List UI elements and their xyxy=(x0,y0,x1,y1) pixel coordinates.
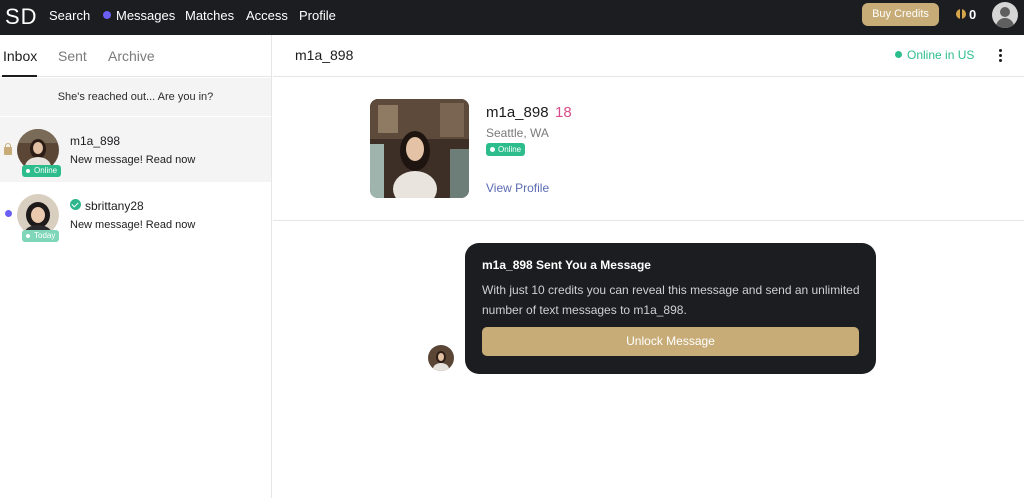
status-badge: Today xyxy=(22,230,60,242)
nav-profile[interactable]: Profile xyxy=(299,8,336,23)
view-profile-link[interactable]: View Profile xyxy=(486,181,549,195)
buy-credits-button[interactable]: Buy Credits xyxy=(862,3,939,26)
conversation-header: m1a_898 Online in US xyxy=(273,35,1024,77)
tab-archive[interactable]: Archive xyxy=(108,48,155,64)
profile-age: 18 xyxy=(555,104,572,121)
nav-search[interactable]: Search xyxy=(49,8,90,23)
locked-message-card: m1a_898 Sent You a Message With just 10 … xyxy=(465,243,876,374)
nav-matches[interactable]: Matches xyxy=(185,8,234,23)
conversation-snippet: New message! Read now xyxy=(70,154,196,166)
tab-sent[interactable]: Sent xyxy=(58,48,87,64)
more-options-icon[interactable] xyxy=(999,49,1003,63)
page-title: m1a_898 xyxy=(295,47,354,63)
avatar xyxy=(428,345,454,371)
profile-photo[interactable] xyxy=(370,99,469,198)
message-card-body: With just 10 credits you can reveal this… xyxy=(482,283,860,317)
app-logo[interactable]: SD xyxy=(5,4,38,30)
status-badge: Online xyxy=(486,143,526,156)
top-nav-bar: SD Search Messages Matches Access Profil… xyxy=(0,0,1024,35)
unread-dot-icon xyxy=(5,210,12,217)
status-badge: Online xyxy=(22,165,62,177)
conversation-snippet: New message! Read now xyxy=(70,219,196,231)
inbox-tabs: Inbox Sent Archive xyxy=(0,35,271,77)
nav-access[interactable]: Access xyxy=(246,8,288,23)
profile-name: m1a_898 xyxy=(486,104,549,121)
tab-inbox[interactable]: Inbox xyxy=(3,48,37,64)
conversation-item-m1a-898[interactable]: Online m1a_898 New message! Read now xyxy=(0,117,271,182)
inbox-prompt: She's reached out... Are you in? xyxy=(0,78,271,116)
profile-location: Seattle, WA xyxy=(486,126,549,140)
conversation-name: sbrittany28 xyxy=(85,199,144,213)
lock-icon xyxy=(4,143,12,155)
online-dot-icon xyxy=(895,51,902,58)
user-avatar-icon[interactable] xyxy=(992,2,1018,28)
message-card-title: m1a_898 Sent You a Message xyxy=(482,258,651,272)
active-tab-indicator xyxy=(2,75,37,77)
verified-icon xyxy=(70,199,81,210)
credits-count: 0 xyxy=(969,7,977,22)
online-status: Online in US xyxy=(895,48,975,62)
conversation-name: m1a_898 xyxy=(70,134,121,148)
messages-active-dot-icon xyxy=(103,11,111,19)
nav-messages[interactable]: Messages xyxy=(103,8,175,23)
profile-summary: m1a_898 18 Seattle, WA Online View Profi… xyxy=(273,78,1024,221)
online-status-label: Online in US xyxy=(907,48,975,62)
conversation-item-sbrittany28[interactable]: Today sbrittany28 New message! Read now xyxy=(0,182,271,247)
conversation-sidebar: Inbox Sent Archive She's reached out... … xyxy=(0,35,272,498)
nav-messages-label: Messages xyxy=(116,8,176,23)
conversation-panel: m1a_898 Online in US m1a_898 18 Seattle,… xyxy=(273,35,1024,498)
credits-coin-icon xyxy=(956,9,966,19)
unlock-message-button[interactable]: Unlock Message xyxy=(482,327,859,356)
